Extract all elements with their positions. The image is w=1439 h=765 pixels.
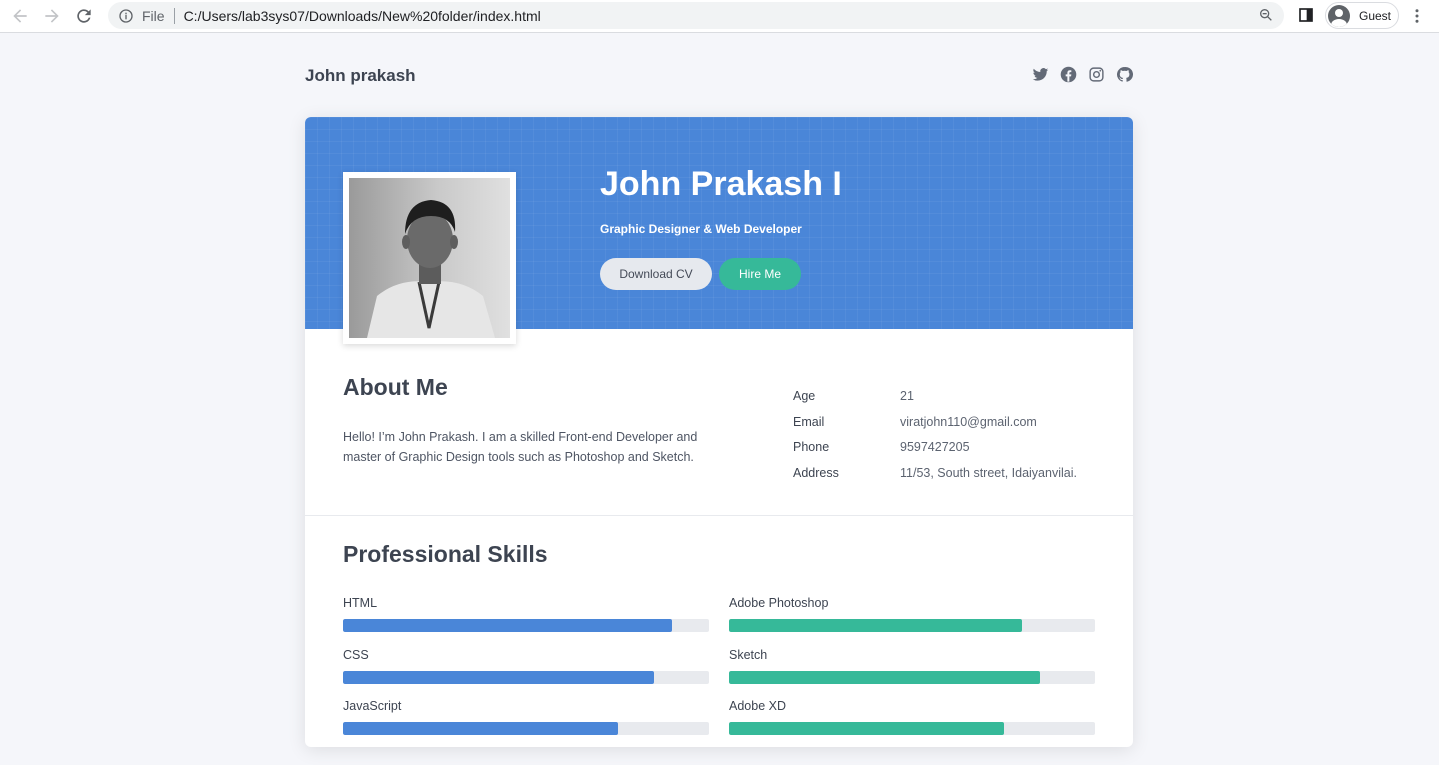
info-label: Phone	[793, 440, 830, 454]
skill-name: Adobe XD	[729, 699, 786, 713]
url-scheme-label: File	[142, 7, 165, 24]
skills-title: Professional Skills	[343, 541, 548, 567]
instagram-icon[interactable]	[1088, 66, 1105, 83]
skill-photoshop: Adobe Photoshop	[729, 595, 1095, 632]
info-row-phone: Phone 9597427205	[793, 438, 1077, 464]
skill-name: HTML	[343, 596, 378, 610]
skill-track	[729, 671, 1095, 684]
info-value: 9597427205	[900, 440, 970, 454]
social-links	[1032, 66, 1133, 83]
skill-javascript: JavaScript	[343, 698, 709, 735]
profile-button[interactable]: Guest	[1325, 2, 1399, 29]
skill-track	[343, 619, 709, 632]
forward-arrow-icon[interactable]	[42, 6, 64, 26]
skill-track	[729, 619, 1095, 632]
info-label: Email	[793, 414, 825, 429]
info-value: 11/53, South street, Idaiyanvilai.	[900, 465, 1077, 480]
skill-name: JavaScript	[343, 699, 402, 713]
info-label: Address	[793, 465, 839, 480]
skill-track	[729, 722, 1095, 735]
browser-toolbar: File C:/Users/lab3sys07/Downloads/New%20…	[0, 0, 1439, 33]
skill-track	[343, 671, 709, 684]
skill-sketch: Sketch	[729, 647, 1095, 684]
brand-name[interactable]: John prakash	[305, 62, 1133, 90]
zoom-icon[interactable]	[1258, 7, 1274, 23]
profile-photo-frame	[343, 172, 516, 344]
address-bar[interactable]: File C:/Users/lab3sys07/Downloads/New%20…	[108, 2, 1284, 29]
more-menu-icon[interactable]	[1408, 7, 1426, 25]
side-panel-icon[interactable]	[1298, 7, 1314, 23]
skill-name: Sketch	[729, 648, 768, 662]
info-value: 21	[900, 389, 914, 403]
site-header: John prakash	[305, 62, 1133, 90]
skill-track	[343, 722, 709, 735]
back-arrow-icon[interactable]	[10, 6, 32, 26]
info-row-address: Address 11/53, South street, Idaiyanvila…	[793, 464, 1077, 490]
skill-bar	[343, 671, 655, 684]
info-label: Age	[793, 389, 816, 403]
personal-info-table: Age 21 Email viratjohn110@gmail.com Phon…	[793, 387, 1077, 489]
section-divider	[305, 515, 1133, 516]
twitter-icon[interactable]	[1032, 66, 1049, 83]
info-row-email: Email viratjohn110@gmail.com	[793, 413, 1077, 439]
skill-adobe-xd: Adobe XD	[729, 698, 1095, 735]
skill-name: Adobe Photoshop	[729, 596, 829, 610]
skill-css: CSS	[343, 647, 709, 684]
info-row-age: Age 21	[793, 387, 1077, 413]
hero-role: Graphic Designer & Web Developer	[600, 222, 802, 236]
profile-label: Guest	[1359, 8, 1392, 23]
skill-bar	[343, 722, 618, 735]
github-icon[interactable]	[1116, 66, 1133, 83]
facebook-icon[interactable]	[1060, 66, 1077, 83]
reload-icon[interactable]	[74, 6, 96, 26]
skill-html: HTML	[343, 595, 709, 632]
skill-bar	[343, 619, 673, 632]
profile-photo	[349, 178, 510, 338]
hire-me-button[interactable]: Hire Me	[719, 258, 801, 290]
skill-bar	[729, 619, 1022, 632]
url-text[interactable]: C:/Users/lab3sys07/Downloads/New%20folde…	[184, 8, 541, 24]
skill-bar	[729, 722, 1004, 735]
guest-avatar-icon	[1328, 4, 1350, 27]
about-title: About Me	[343, 374, 448, 400]
info-icon[interactable]	[118, 8, 134, 24]
hero-name: John Prakash I	[600, 165, 842, 203]
info-value: viratjohn110@gmail.com	[900, 414, 1037, 429]
skill-name: CSS	[343, 648, 369, 662]
download-cv-button[interactable]: Download CV	[600, 258, 712, 290]
url-separator	[173, 7, 175, 24]
resume-card: John Prakash I Graphic Designer & Web De…	[305, 117, 1133, 747]
skill-bar	[729, 671, 1041, 684]
about-text: Hello! I’m John Prakash. I am a skilled …	[343, 430, 698, 464]
